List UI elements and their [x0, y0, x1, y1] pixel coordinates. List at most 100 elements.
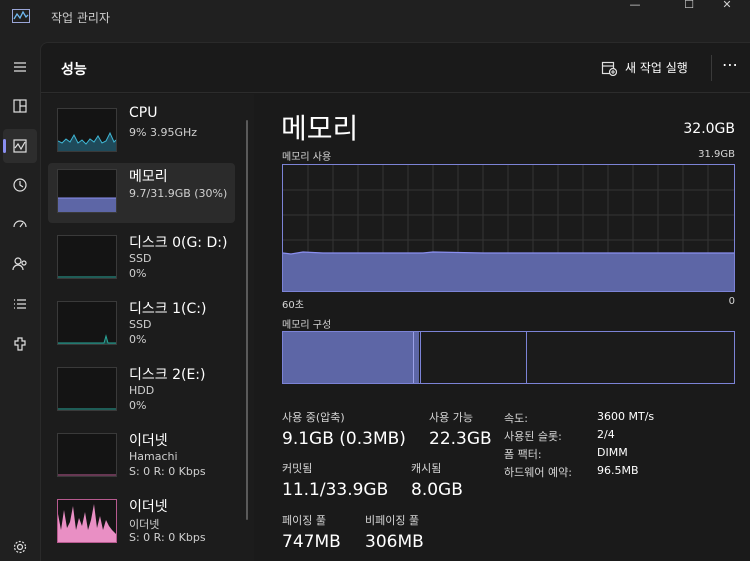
resource-list: CPU 9% 3.95GHz 메모리 9.7/31.9GB (30%) 디스크 … — [41, 94, 254, 561]
graph-time-right: 0 — [728, 296, 735, 307]
disk-1-thumbnail-graph — [57, 301, 117, 345]
cached-label: 캐시됨 — [411, 462, 442, 475]
item-usage: 0% — [129, 267, 147, 280]
list-item-memory[interactable]: 메모리 9.7/31.9GB (30%) — [48, 163, 235, 223]
item-adapter: Hamachi — [129, 450, 178, 463]
users-icon — [12, 257, 27, 271]
processes-icon — [13, 99, 27, 113]
resource-list-scrollbar[interactable] — [246, 120, 248, 520]
list-item-ethernet-hamachi[interactable]: 이더넷 Hamachi S: 0 R: 0 Kbps — [48, 427, 235, 487]
nonpaged-pool-label: 비페이징 풀 — [365, 514, 420, 527]
item-detail: 9.7/31.9GB (30%) — [129, 187, 228, 200]
available-label: 사용 가능 — [429, 411, 473, 424]
nonpaged-pool-value: 306MB — [365, 532, 424, 552]
committed-label: 커밋됨 — [282, 462, 313, 475]
composition-in-use — [283, 332, 413, 383]
item-name: 디스크 0(G: D:) — [129, 235, 228, 251]
services-icon — [14, 337, 26, 351]
item-name: 메모리 — [129, 169, 168, 185]
memory-total: 32.0GB — [683, 121, 735, 137]
item-type: SSD — [129, 252, 152, 265]
header-divider — [711, 55, 712, 81]
item-name: 디스크 1(C:) — [129, 301, 207, 317]
form-factor-key: 폼 팩터: — [504, 448, 542, 461]
cached-value: 8.0GB — [411, 480, 463, 500]
item-type: HDD — [129, 384, 155, 397]
item-name: 이더넷 — [129, 499, 168, 515]
more-options-button[interactable]: ⋯ — [722, 55, 739, 74]
run-new-task-button[interactable]: 새 작업 실행 — [601, 59, 688, 76]
list-item-cpu[interactable]: CPU 9% 3.95GHz — [48, 102, 235, 162]
details-icon — [14, 299, 26, 309]
speed-value: 3600 MT/s — [597, 410, 655, 423]
minimize-button[interactable]: — — [612, 0, 658, 12]
available-value: 22.3GB — [429, 429, 492, 449]
slots-value: 2/4 — [597, 428, 615, 441]
task-manager-app-icon — [12, 9, 30, 23]
graph-time-left: 60초 — [282, 300, 304, 311]
nav-menu-button[interactable] — [3, 50, 37, 84]
item-adapter: 이더넷 — [129, 518, 160, 531]
memory-detail-panel: 메모리 32.0GB 메모리 사용 31.9GB 60초 0 메모리 구성 사용… — [254, 94, 750, 561]
speed-key: 속도: — [504, 412, 528, 425]
list-item-disk-0[interactable]: 디스크 0(G: D:) SSD 0% — [48, 229, 235, 289]
ethernet-hamachi-thumbnail-graph — [57, 433, 117, 477]
list-item-disk-1[interactable]: 디스크 1(C:) SSD 0% — [48, 295, 235, 355]
disk-2-thumbnail-graph — [57, 367, 117, 411]
memory-thumbnail-graph — [57, 169, 117, 213]
detail-title: 메모리 — [281, 112, 359, 145]
cpu-thumbnail-graph — [57, 108, 117, 152]
item-detail: 9% 3.95GHz — [129, 126, 198, 139]
composition-label: 메모리 구성 — [282, 320, 332, 331]
composition-divider — [420, 332, 421, 383]
page-title: 성능 — [61, 62, 87, 78]
history-icon — [13, 178, 27, 192]
item-type: SSD — [129, 318, 152, 331]
main-content: 성능 새 작업 실행 ⋯ CPU 9% 3.95GHz 메모리 9.7/31.9… — [40, 42, 750, 561]
hardware-reserved-key: 하드웨어 예약: — [504, 466, 572, 479]
composition-divider — [526, 332, 527, 383]
item-name: 디스크 2(E:) — [129, 367, 206, 383]
nav-startup-apps[interactable] — [3, 208, 37, 242]
title-bar: 작업 관리자 — ☐ ✕ — [0, 0, 750, 42]
performance-icon — [13, 139, 27, 153]
list-item-disk-2[interactable]: 디스크 2(E:) HDD 0% — [48, 361, 235, 421]
item-throughput: S: 0 R: 0 Kbps — [129, 465, 206, 478]
settings-icon — [13, 540, 27, 554]
usage-graph-max: 31.9GB — [698, 149, 735, 160]
memory-usage-graph — [282, 164, 735, 292]
list-item-ethernet[interactable]: 이더넷 이더넷 S: 0 R: 0 Kbps — [48, 493, 235, 553]
item-throughput: S: 0 R: 0 Kbps — [129, 531, 206, 544]
paged-pool-value: 747MB — [282, 532, 341, 552]
paged-pool-label: 페이징 풀 — [282, 514, 326, 527]
in-use-label: 사용 중(압축) — [282, 411, 345, 424]
window-title: 작업 관리자 — [51, 11, 111, 25]
nav-services[interactable] — [3, 327, 37, 361]
usage-graph-label: 메모리 사용 — [282, 152, 332, 163]
memory-usage-area — [283, 252, 734, 291]
in-use-value: 9.1GB (0.3MB) — [282, 429, 406, 449]
memory-composition-bar — [282, 331, 735, 384]
nav-users[interactable] — [3, 247, 37, 281]
nav-rail — [0, 42, 40, 561]
item-name: CPU — [129, 105, 158, 121]
disk-0-thumbnail-graph — [57, 235, 117, 279]
nav-details[interactable] — [3, 287, 37, 321]
nav-settings[interactable] — [3, 530, 37, 561]
form-factor-value: DIMM — [597, 446, 628, 459]
ethernet-thumbnail-graph — [57, 499, 117, 543]
nav-processes[interactable] — [3, 89, 37, 123]
hamburger-icon — [14, 62, 26, 72]
hardware-reserved-value: 96.5MB — [597, 464, 639, 477]
run-task-label: 새 작업 실행 — [625, 61, 688, 75]
slots-key: 사용된 슬롯: — [504, 430, 562, 443]
item-name: 이더넷 — [129, 433, 168, 449]
nav-performance[interactable] — [3, 129, 37, 163]
run-task-icon — [601, 61, 617, 76]
composition-modified — [413, 332, 419, 383]
page-header: 성능 새 작업 실행 ⋯ — [41, 43, 750, 93]
nav-app-history[interactable] — [3, 168, 37, 202]
close-button[interactable]: ✕ — [704, 0, 750, 12]
startup-icon — [13, 220, 27, 228]
committed-value: 11.1/33.9GB — [282, 480, 389, 500]
